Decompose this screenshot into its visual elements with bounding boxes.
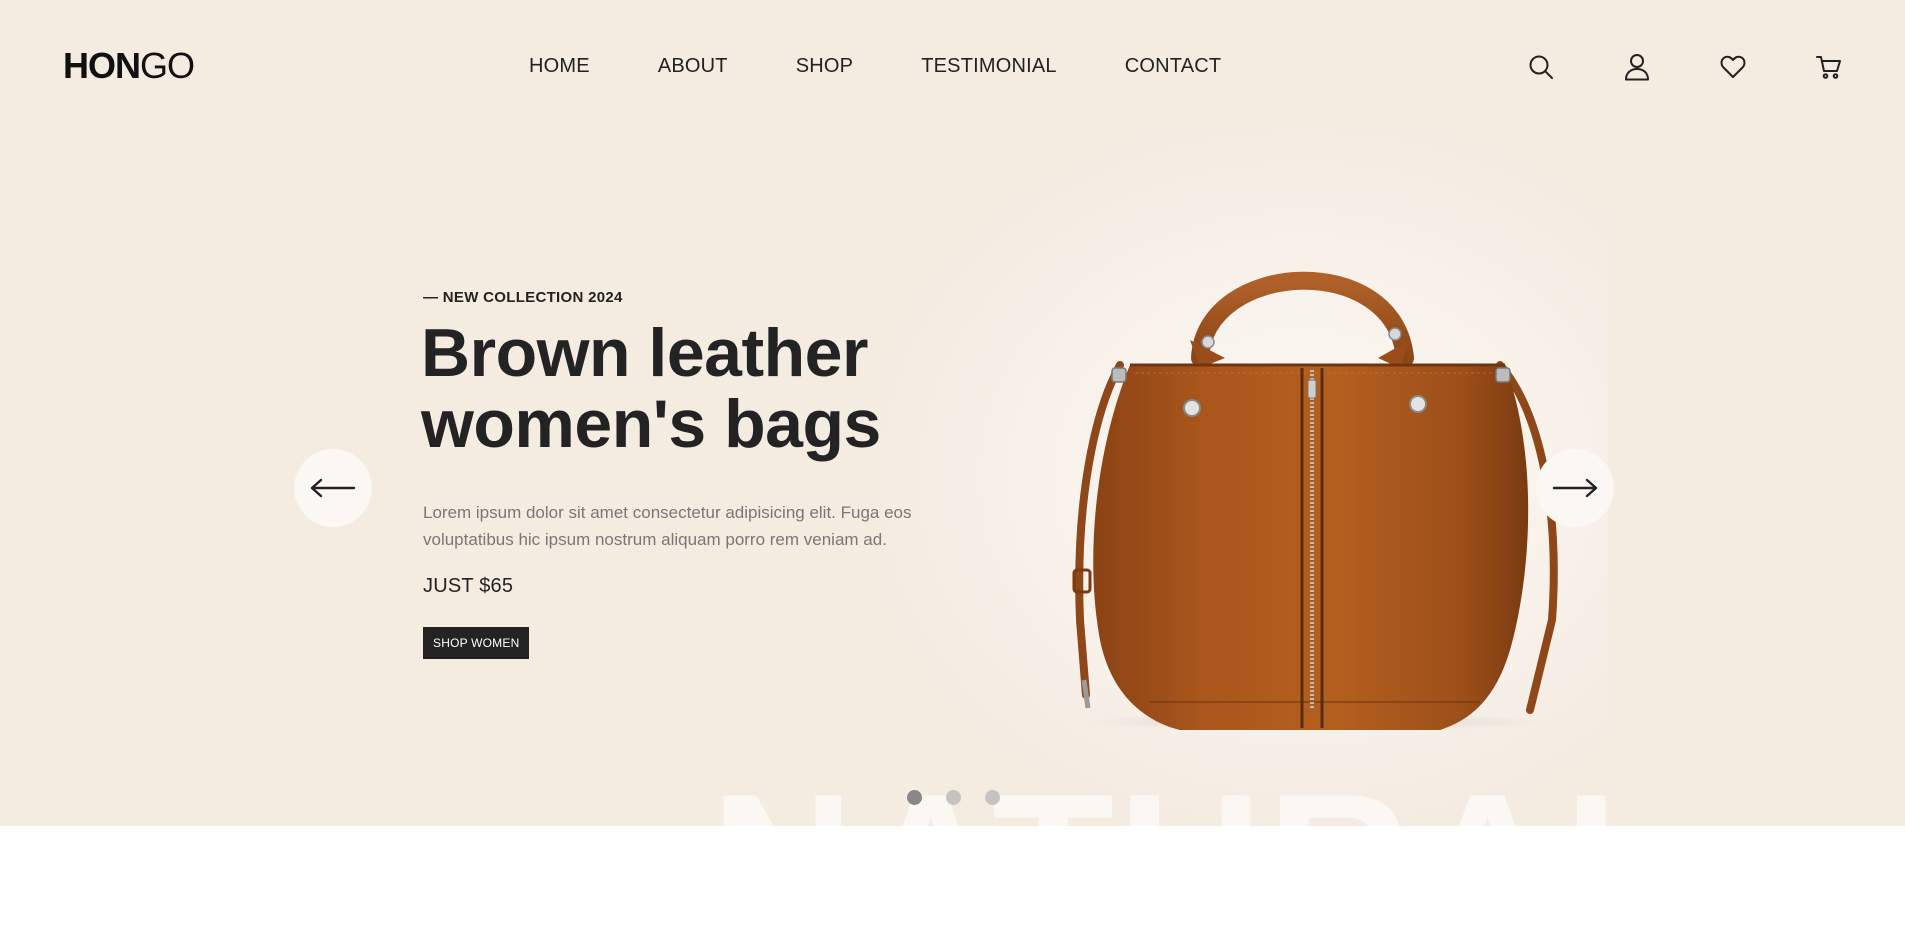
logo-bold-part: HON bbox=[63, 45, 141, 86]
nav-home[interactable]: HOME bbox=[529, 52, 590, 80]
cart-icon[interactable] bbox=[1812, 50, 1846, 84]
main-nav: HOME ABOUT SHOP TESTIMONIAL CONTACT bbox=[529, 52, 1289, 80]
slider-dot-1[interactable] bbox=[907, 790, 922, 805]
collection-eyebrow: — NEW COLLECTION 2024 bbox=[423, 289, 623, 306]
slider-dot-2[interactable] bbox=[946, 790, 961, 805]
price-label: JUST $65 bbox=[423, 575, 514, 597]
brown-leather-bag-image bbox=[1072, 271, 1558, 732]
logo[interactable]: HONGO bbox=[63, 45, 195, 86]
user-icon[interactable] bbox=[1620, 50, 1654, 84]
nav-about[interactable]: ABOUT bbox=[658, 52, 728, 80]
slider-dot-3[interactable] bbox=[985, 790, 1000, 805]
hero-slider: NATURAL HONGO HOME ABOUT SHOP TESTIMONIA… bbox=[0, 0, 1905, 826]
slider-pagination bbox=[907, 790, 1024, 805]
page: NATURAL HONGO HOME ABOUT SHOP TESTIMONIA… bbox=[0, 0, 1905, 942]
hero-description: Lorem ipsum dolor sit amet consectetur a… bbox=[423, 503, 912, 549]
arrow-left-icon bbox=[310, 478, 356, 498]
header-icons bbox=[1524, 50, 1905, 84]
heart-icon[interactable] bbox=[1716, 50, 1750, 84]
nav-contact[interactable]: CONTACT bbox=[1125, 52, 1222, 80]
nav-shop[interactable]: SHOP bbox=[796, 52, 853, 80]
search-icon[interactable] bbox=[1524, 50, 1558, 84]
slider-next-button[interactable] bbox=[1536, 449, 1614, 527]
nav-testimonial[interactable]: TESTIMONIAL bbox=[921, 52, 1057, 80]
hero-headline: Brown leather women's bags bbox=[421, 315, 881, 462]
slider-prev-button[interactable] bbox=[294, 449, 372, 527]
arrow-right-icon bbox=[1552, 478, 1598, 498]
logo-light-part: GO bbox=[140, 45, 195, 86]
shop-women-button[interactable]: SHOP WOMEN bbox=[423, 627, 530, 659]
